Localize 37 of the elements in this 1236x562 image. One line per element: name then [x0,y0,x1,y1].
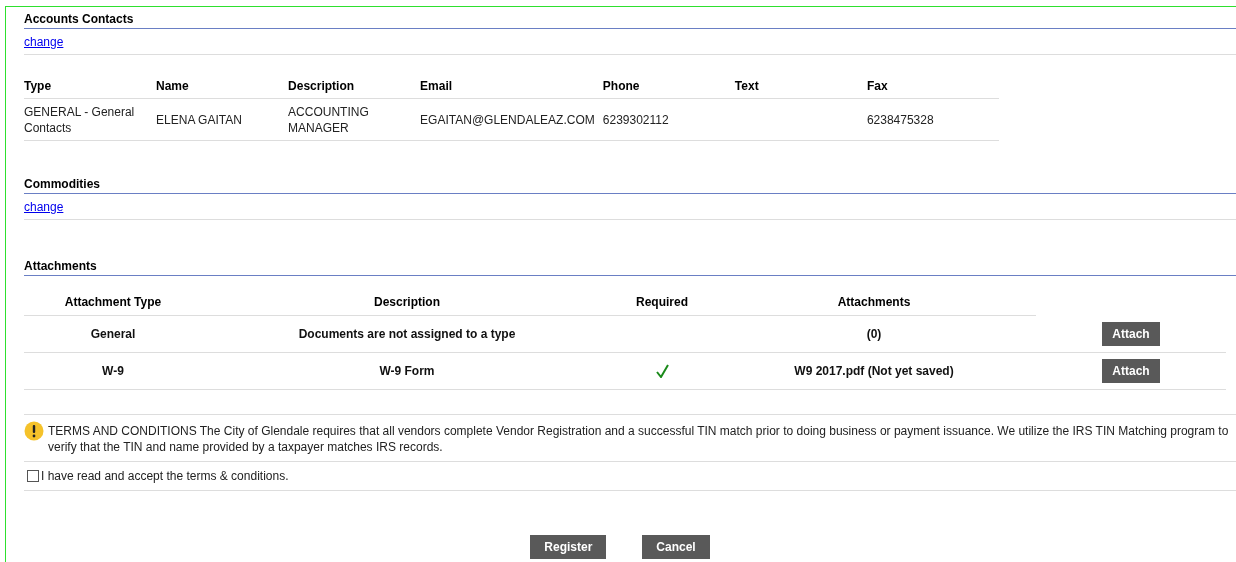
column-header: Type [24,73,157,99]
column-header: Email [420,73,603,99]
column-header: Phone [602,73,735,99]
column-header: Fax [866,73,999,99]
column-header: Description [202,288,612,316]
column-header: Attachment Type [24,288,202,316]
checkbox-label: I have read and accept the terms & conditions. [41,469,289,483]
table-cell: W-9 [24,352,202,390]
column-header: Attachments [712,288,1036,316]
cancel-button[interactable]: Cancel [642,535,710,559]
section-title: Commodities [24,177,100,191]
table-cell: General [24,315,202,353]
change-link[interactable]: change [24,199,64,214]
register-button[interactable]: Register [530,535,607,559]
table-cell: 6238475328 [866,98,999,141]
table-cell: 6239302112 [602,98,735,141]
change-link[interactable]: change [24,34,64,49]
column-header: Text [734,73,867,99]
checkmark-icon [655,364,669,379]
column-header: Description [288,73,421,99]
terms-text: TERMS AND CONDITIONS The City of Glendale requires that all vendors complete Vendor Registration and a successful TIN match prior to doing business or payment issuance. We utilize the IRS TIN Matching program to verify that the TIN and name provided by a taxpayer matches IRS records. [48,423,1230,455]
attach-button[interactable]: Attach [1102,321,1160,346]
table-cell: W9 2017.pdf (Not yet saved) [712,352,1036,390]
table-cell: (0) [712,315,1036,353]
accept-checkbox[interactable] [27,470,39,482]
table-cell: ACCOUNTING MANAGER [288,98,421,141]
section-title: Accounts Contacts [24,12,134,26]
column-header: Name [156,73,289,99]
warning-icon [24,421,44,441]
table-cell: Documents are not assigned to a type [202,315,612,353]
attach-button[interactable]: Attach [1102,359,1160,383]
table-cell: ELENA GAITAN [156,98,289,141]
table-cell: EGAITAN@GLENDALEAZ.COM [420,98,603,141]
column-header: Required [612,288,712,316]
table-cell: W-9 Form [202,352,612,390]
table-cell: GENERAL - General Contacts [24,98,157,141]
section-title: Attachments [24,259,97,273]
